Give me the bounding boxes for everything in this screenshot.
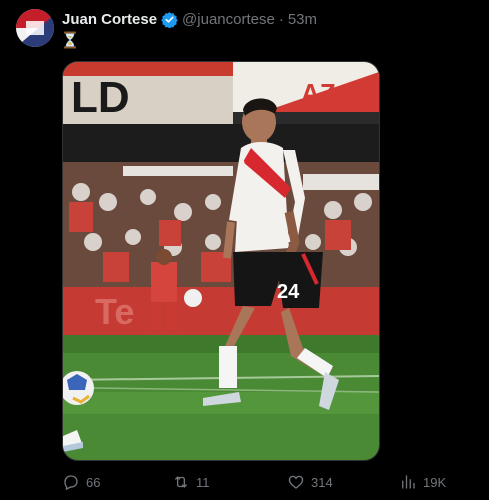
like-count: 314	[311, 474, 333, 490]
svg-text:LD: LD	[71, 73, 130, 122]
display-name[interactable]: Juan Cortese	[62, 11, 157, 28]
view-count: 19K	[423, 474, 447, 490]
football-player-photo: LD AZ Te 24	[63, 62, 379, 460]
separator-dot: ·	[278, 10, 284, 28]
handle[interactable]: @juancortese	[182, 11, 275, 28]
shirt-number: 24	[277, 281, 300, 303]
comment-bubble-icon	[64, 475, 78, 491]
tweet-actions: 66 11 314 19K	[62, 472, 462, 492]
retweet-button[interactable]: 11	[172, 472, 210, 492]
like-button[interactable]: 314	[287, 472, 333, 492]
reply-button[interactable]: 66	[62, 472, 100, 492]
heart-icon	[288, 475, 304, 489]
verified-badge-icon	[161, 11, 178, 28]
timestamp[interactable]: 53m	[288, 11, 317, 28]
retweet-icon	[174, 476, 188, 488]
tweet-header: Juan Cortese @juancortese · 53m	[62, 9, 317, 29]
ad-board-text: Te	[95, 291, 134, 332]
bar-chart-icon	[402, 475, 415, 489]
tweet-photo[interactable]: LD AZ Te 24	[62, 61, 380, 461]
svg-text:AZ: AZ	[301, 78, 336, 108]
reply-count: 66	[86, 474, 101, 490]
hourglass-emoji-icon	[62, 31, 78, 49]
views-button[interactable]: 19K	[399, 472, 446, 492]
retweet-count: 11	[196, 474, 210, 490]
avatar[interactable]	[16, 9, 54, 47]
tweet[interactable]: Juan Cortese @juancortese · 53m LD AZ Te…	[0, 0, 489, 500]
